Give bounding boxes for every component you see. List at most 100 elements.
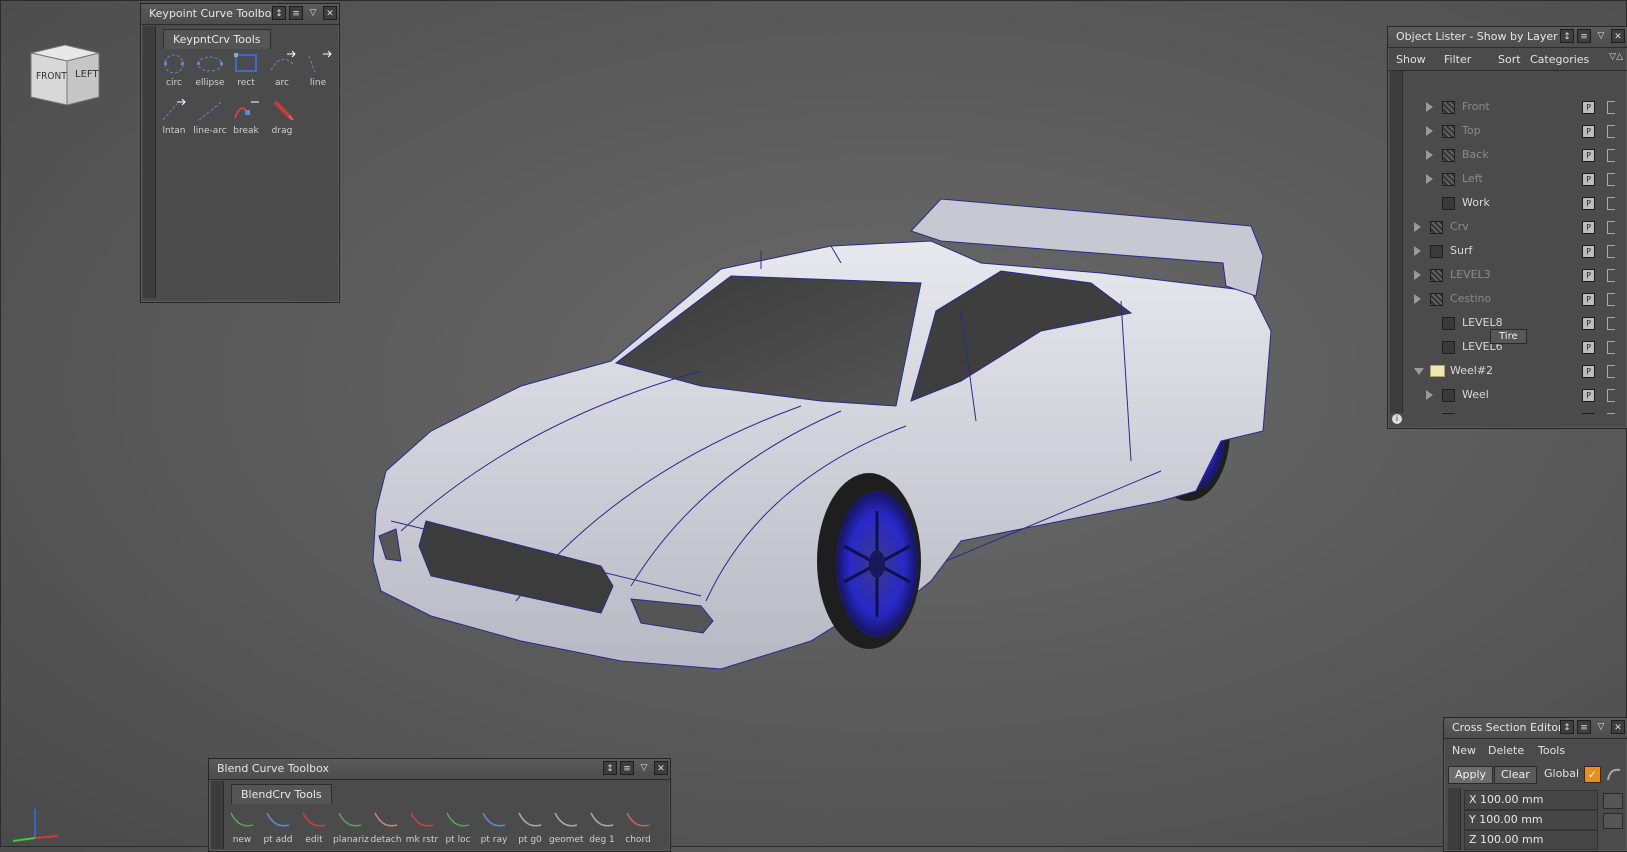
lister-row-surf[interactable]: Surf P bbox=[1402, 240, 1627, 262]
expand-arrow-icon[interactable] bbox=[1426, 150, 1433, 160]
resize-icon[interactable]: ↕ bbox=[1560, 720, 1574, 734]
view-cube[interactable]: FRONT LEFT bbox=[29, 39, 100, 106]
lister-row-level3[interactable]: LEVEL3 P bbox=[1402, 264, 1627, 286]
layer-visibility-checkbox[interactable] bbox=[1430, 269, 1443, 282]
layer-visibility-checkbox[interactable] bbox=[1430, 221, 1443, 234]
layer-visibility-checkbox[interactable] bbox=[1442, 341, 1455, 354]
tool-arc[interactable]: arc bbox=[265, 50, 299, 88]
resize-icon[interactable]: ↕ bbox=[272, 6, 286, 20]
tool-rect[interactable]: rect bbox=[229, 50, 263, 88]
layer-state-bracket-icon[interactable] bbox=[1607, 197, 1615, 210]
keypoint-toolbox-titlebar[interactable]: Keypoint Curve Toolbox ↕ ≡ ▽ ✕ bbox=[141, 4, 339, 25]
layer-pick-button[interactable]: P bbox=[1582, 221, 1595, 234]
expand-arrow-icon[interactable] bbox=[1426, 390, 1433, 400]
layer-state-bracket-icon[interactable] bbox=[1607, 389, 1615, 402]
blend-tool-planariz[interactable]: planariz bbox=[333, 807, 369, 845]
apply-button[interactable]: Apply bbox=[1448, 766, 1494, 784]
close-icon[interactable]: ✕ bbox=[323, 6, 337, 20]
lister-row-work[interactable]: Work P bbox=[1402, 192, 1627, 214]
layer-pick-button[interactable]: P bbox=[1582, 149, 1595, 162]
y-field-button[interactable] bbox=[1603, 813, 1623, 829]
blend-tool-pt-add[interactable]: pt add bbox=[261, 807, 295, 845]
tool-drag[interactable]: drag bbox=[265, 98, 299, 136]
expand-arrow-icon[interactable] bbox=[1414, 246, 1421, 256]
lister-row-crv[interactable]: Crv P bbox=[1402, 216, 1627, 238]
collapse-icon[interactable]: ▽ bbox=[306, 6, 320, 20]
layer-visibility-checkbox[interactable] bbox=[1442, 413, 1455, 414]
layer-state-bracket-icon[interactable] bbox=[1607, 413, 1615, 414]
global-checkbox[interactable]: ✓ bbox=[1584, 766, 1601, 783]
layer-pick-button[interactable]: P bbox=[1582, 125, 1595, 138]
layer-state-bracket-icon[interactable] bbox=[1607, 173, 1615, 186]
blend-tool-edit[interactable]: edit bbox=[297, 807, 331, 845]
menu-delete[interactable]: Delete bbox=[1488, 744, 1524, 757]
3d-viewport[interactable]: FRONT LEFT Keypoint Curve Toolbox ↕ ≡ ▽ … bbox=[0, 0, 1627, 852]
expand-arrow-icon[interactable] bbox=[1426, 174, 1433, 184]
layer-state-bracket-icon[interactable] bbox=[1607, 293, 1615, 306]
layer-visibility-checkbox[interactable] bbox=[1442, 389, 1455, 402]
blend-tool-geomet[interactable]: geomet bbox=[549, 807, 584, 845]
menu-icon[interactable]: ≡ bbox=[1577, 29, 1591, 43]
layer-visibility-checkbox[interactable] bbox=[1430, 245, 1443, 258]
menu-icon[interactable]: ≡ bbox=[620, 761, 634, 775]
toolbox-side-strip[interactable] bbox=[211, 781, 224, 849]
layer-visibility-checkbox[interactable] bbox=[1442, 125, 1455, 138]
z-field[interactable]: Z 100.00 mm bbox=[1464, 830, 1598, 850]
blend-tool-mk-rstr[interactable]: mk rstr bbox=[405, 807, 439, 845]
x-field-button[interactable] bbox=[1603, 793, 1623, 809]
expand-open-icon[interactable] bbox=[1414, 368, 1424, 375]
toolbox-side-strip[interactable] bbox=[143, 26, 156, 298]
expand-arrow-icon[interactable] bbox=[1414, 294, 1421, 304]
blend-tool-deg-1[interactable]: deg 1 bbox=[585, 807, 619, 845]
layer-visibility-checkbox[interactable] bbox=[1442, 101, 1455, 114]
collapse-icon[interactable]: ▽ bbox=[1594, 29, 1608, 43]
expand-arrow-icon[interactable] bbox=[1426, 126, 1433, 136]
close-icon[interactable]: ✕ bbox=[1611, 29, 1625, 43]
lister-row-back[interactable]: Back P bbox=[1402, 144, 1627, 166]
menu-show[interactable]: Show bbox=[1396, 53, 1426, 66]
menu-tools[interactable]: Tools bbox=[1538, 744, 1565, 757]
layer-state-bracket-icon[interactable] bbox=[1607, 269, 1615, 282]
blend-toolbox-titlebar[interactable]: Blend Curve Toolbox ↕ ≡ ▽ ✕ bbox=[209, 759, 670, 780]
tool-line-arc[interactable]: line-arc bbox=[193, 98, 227, 136]
folder-icon[interactable] bbox=[1430, 365, 1445, 377]
layer-pick-button[interactable]: P bbox=[1582, 101, 1595, 114]
layer-visibility-checkbox[interactable] bbox=[1442, 197, 1455, 210]
menu-new[interactable]: New bbox=[1452, 744, 1476, 757]
tool-break[interactable]: break bbox=[229, 98, 263, 136]
blend-tool-detach[interactable]: detach bbox=[369, 807, 403, 845]
expand-arrow-icon[interactable] bbox=[1426, 102, 1433, 112]
blend-tool-new[interactable]: new bbox=[225, 807, 259, 845]
lister-row-weel-2[interactable]: Weel#2 P bbox=[1402, 360, 1627, 382]
layer-state-bracket-icon[interactable] bbox=[1607, 101, 1615, 114]
layer-pick-button[interactable]: P bbox=[1582, 197, 1595, 210]
resize-icon[interactable]: ↕ bbox=[603, 761, 617, 775]
layer-state-bracket-icon[interactable] bbox=[1607, 317, 1615, 330]
x-field[interactable]: X 100.00 mm bbox=[1464, 790, 1598, 810]
layer-state-bracket-icon[interactable] bbox=[1607, 125, 1615, 138]
layer-pick-button[interactable]: P bbox=[1582, 389, 1595, 402]
object-lister-titlebar[interactable]: Object Lister - Show by Layer ↕ ≡ ▽ ✕ bbox=[1388, 27, 1627, 48]
layer-state-bracket-icon[interactable] bbox=[1607, 149, 1615, 162]
lister-row-weel[interactable]: Weel P bbox=[1402, 384, 1627, 406]
layer-pick-button[interactable]: P bbox=[1582, 293, 1595, 306]
lister-row-left[interactable]: Left P bbox=[1402, 168, 1627, 190]
layer-pick-button[interactable]: P bbox=[1582, 341, 1595, 354]
close-icon[interactable]: ✕ bbox=[1611, 720, 1625, 734]
menu-sort[interactable]: Sort bbox=[1498, 53, 1521, 66]
blend-tool-pt-g0[interactable]: pt g0 bbox=[513, 807, 547, 845]
layer-pick-button[interactable]: P bbox=[1582, 317, 1595, 330]
cross-section-titlebar[interactable]: Cross Section Editor ↕ ≡ ▽ ✕ bbox=[1444, 718, 1627, 739]
menu-filter[interactable]: Filter bbox=[1444, 53, 1471, 66]
layer-state-bracket-icon[interactable] bbox=[1607, 221, 1615, 234]
layer-pick-button[interactable]: P bbox=[1582, 365, 1595, 378]
tool-circ[interactable]: circ bbox=[157, 50, 191, 88]
blend-tool-chord[interactable]: chord bbox=[621, 807, 655, 845]
lister-row-cestino[interactable]: Cestino P bbox=[1402, 288, 1627, 310]
layer-pick-button[interactable]: P bbox=[1582, 245, 1595, 258]
layer-state-bracket-icon[interactable] bbox=[1607, 245, 1615, 258]
tool-ellipse[interactable]: ellipse bbox=[193, 50, 227, 88]
tool-line[interactable]: line bbox=[301, 50, 335, 88]
menu-icon[interactable]: ≡ bbox=[289, 6, 303, 20]
lister-row-tire[interactable]: Tire P bbox=[1402, 408, 1627, 414]
